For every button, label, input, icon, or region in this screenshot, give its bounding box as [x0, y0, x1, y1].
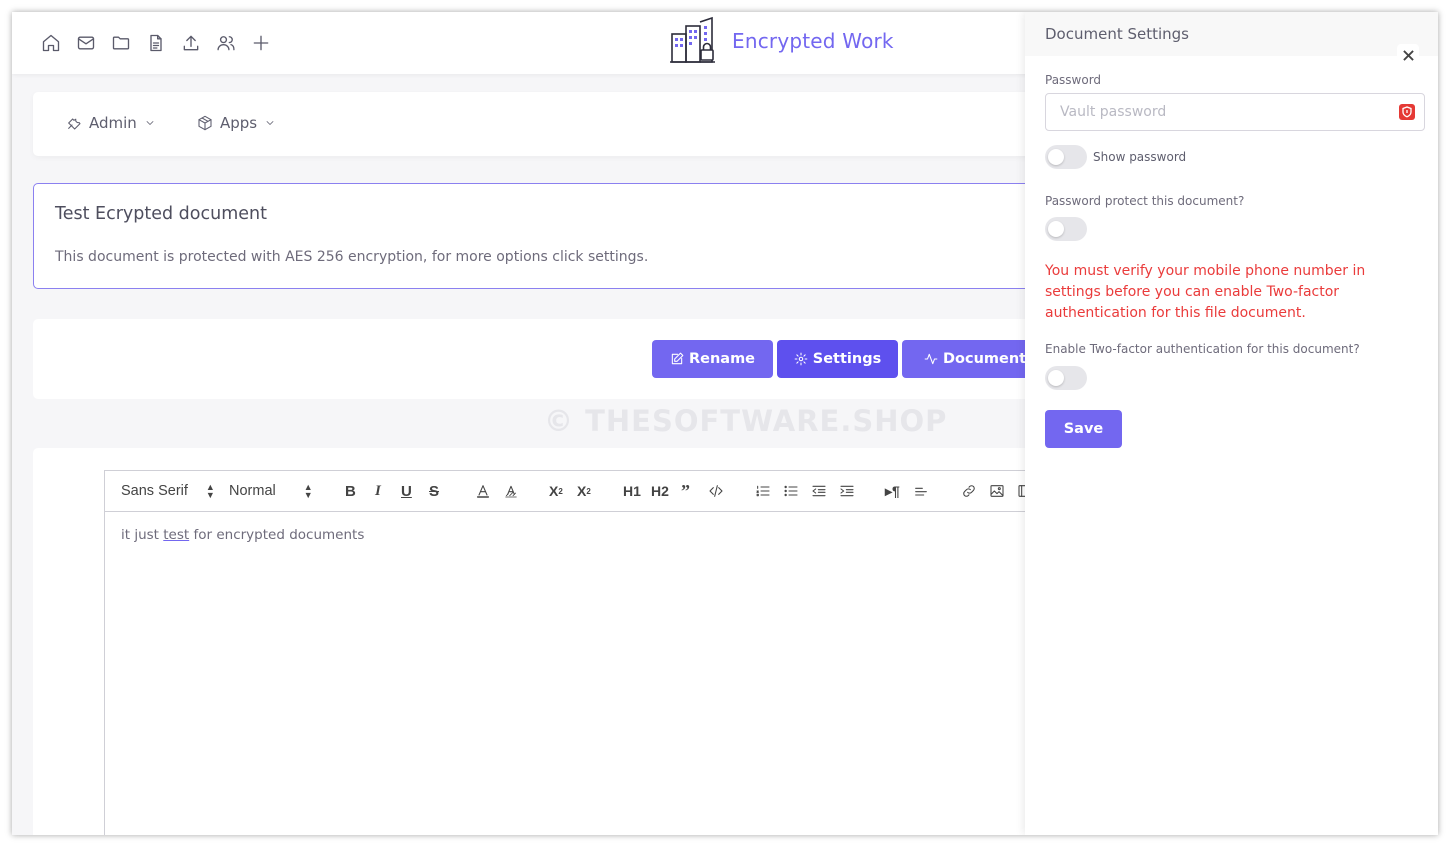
plus-icon[interactable]	[250, 32, 272, 54]
edit-icon	[671, 352, 684, 365]
document-settings-panel: Document Settings Password Show password…	[1025, 12, 1438, 835]
font-size-select[interactable]: Normal ▲ ▼	[229, 471, 313, 511]
save-button[interactable]: Save	[1045, 410, 1122, 448]
wrench-icon	[68, 118, 81, 130]
gear-icon	[794, 352, 808, 366]
heading-1-icon[interactable]: H1	[623, 471, 641, 511]
watermark: © THESOFTWARE.SHOP	[544, 404, 948, 438]
select-arrows-icon: ▲ ▼	[303, 482, 313, 500]
superscript-icon[interactable]: X2	[577, 471, 591, 511]
chevron-down-icon	[266, 121, 274, 125]
editor-content[interactable]: it just test for encrypted documents	[104, 511, 1104, 835]
file-icon[interactable]	[145, 32, 167, 54]
panel-title: Document Settings	[1045, 25, 1190, 43]
brand-logo-icon	[670, 16, 715, 63]
document-info-card: Test Ecrypted document This document is …	[33, 183, 1093, 289]
blockquote-icon[interactable]: ”	[681, 471, 690, 511]
protect-label: Password protect this document?	[1045, 194, 1245, 208]
document-button-label: Document l	[943, 351, 1037, 367]
editor-card: Sans Serif ▲ ▼ Normal ▲ ▼ B I U S X2 X2 H1…	[33, 448, 1104, 835]
close-button[interactable]	[1397, 44, 1419, 66]
home-icon[interactable]	[40, 32, 62, 54]
font-size-value: Normal	[229, 483, 276, 499]
action-card: Rename Settings Document l	[33, 319, 1093, 399]
rename-button[interactable]: Rename	[652, 340, 773, 378]
ordered-list-icon[interactable]	[755, 471, 771, 511]
font-family-value: Sans Serif	[121, 483, 188, 499]
top-nav-icons	[40, 32, 272, 54]
menu-admin[interactable]: Admin	[66, 114, 156, 132]
align-icon[interactable]	[913, 471, 929, 511]
menu-apps[interactable]: Apps	[197, 114, 276, 132]
text-color-icon[interactable]	[475, 471, 491, 511]
text-direction-icon[interactable]: ▸¶	[885, 471, 900, 511]
panel-header: Document Settings	[1025, 12, 1438, 56]
password-label: Password	[1045, 73, 1102, 87]
code-block-icon[interactable]	[708, 471, 724, 511]
brand-name: Encrypted Work	[732, 29, 894, 53]
italic-icon[interactable]: I	[375, 471, 381, 511]
settings-button-label: Settings	[812, 351, 882, 367]
editor-text-underlined: test	[163, 527, 190, 543]
heading-2-icon[interactable]: H2	[651, 471, 669, 511]
two-factor-toggle[interactable]	[1045, 366, 1087, 390]
app-window: Encrypted Work Admin Apps Test Ecrypted …	[12, 12, 1438, 835]
chevron-down-icon	[146, 121, 154, 125]
horizontal-menu: Admin Apps	[33, 92, 1093, 156]
bold-icon[interactable]: B	[345, 471, 356, 511]
select-arrows-icon: ▲ ▼	[205, 482, 215, 500]
subscript-icon[interactable]: X2	[549, 471, 563, 511]
bullet-list-icon[interactable]	[783, 471, 799, 511]
activity-icon	[924, 353, 938, 365]
package-icon	[198, 115, 212, 131]
image-icon[interactable]	[989, 471, 1005, 511]
underline-icon[interactable]: U	[401, 471, 412, 511]
settings-button[interactable]: Settings	[777, 340, 898, 378]
editor-toolbar: Sans Serif ▲ ▼ Normal ▲ ▼ B I U S X2 X2 H1…	[104, 470, 1104, 512]
show-password-toggle[interactable]	[1045, 145, 1087, 169]
folder-icon[interactable]	[110, 32, 132, 54]
indent-icon[interactable]	[839, 471, 855, 511]
users-icon[interactable]	[215, 32, 237, 54]
background-color-icon[interactable]	[503, 471, 519, 511]
font-family-select[interactable]: Sans Serif ▲ ▼	[121, 471, 215, 511]
strikethrough-icon[interactable]: S	[429, 471, 439, 511]
two-factor-warning: You must verify your mobile phone number…	[1045, 263, 1366, 321]
two-factor-label: Enable Two-factor authentication for thi…	[1045, 342, 1360, 356]
brand[interactable]: Encrypted Work	[668, 16, 894, 66]
rename-button-label: Rename	[688, 351, 756, 367]
document-description: This document is protected with AES 256 …	[55, 249, 649, 265]
mail-icon[interactable]	[75, 32, 97, 54]
show-password-label: Show password	[1093, 150, 1187, 164]
editor-text: it just test for encrypted documents	[121, 527, 364, 543]
menu-admin-label: Admin	[89, 114, 137, 132]
password-input[interactable]	[1045, 93, 1425, 131]
outdent-icon[interactable]	[811, 471, 827, 511]
menu-apps-label: Apps	[220, 114, 258, 132]
shield-icon[interactable]	[1399, 104, 1415, 120]
password-protect-toggle[interactable]	[1045, 217, 1087, 241]
editor-text-after: for encrypted documents	[189, 527, 365, 543]
editor-text-before: it just	[121, 527, 164, 543]
document-title: Test Ecrypted document	[55, 204, 267, 224]
link-icon[interactable]	[961, 471, 977, 511]
close-icon	[1402, 49, 1414, 61]
upload-icon[interactable]	[180, 32, 202, 54]
